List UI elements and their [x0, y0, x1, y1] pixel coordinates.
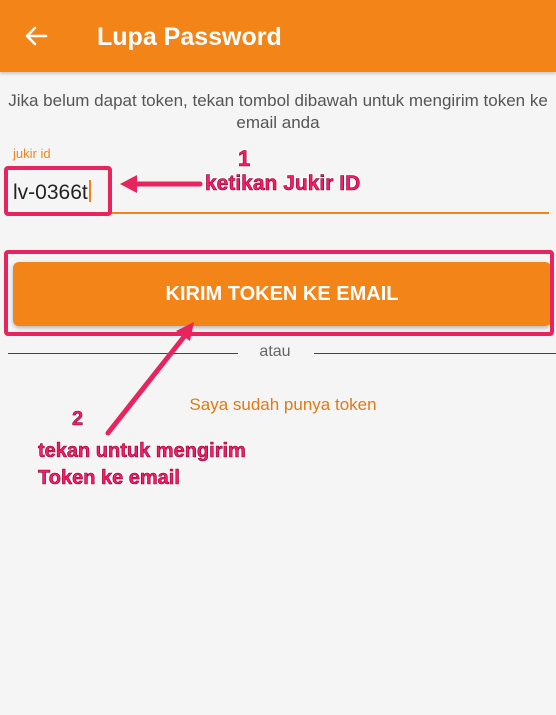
- arrow-2-line: [105, 330, 190, 436]
- annotation-step2-line1: tekan untuk mengirim: [38, 440, 246, 463]
- annotation-step1-text: ketikan Jukir ID: [205, 172, 361, 196]
- annotation-step2-line2: Token ke email: [38, 467, 181, 490]
- annotation-step1-number: 1: [238, 146, 251, 172]
- annotation-step2-number: 2: [72, 408, 84, 431]
- arrow-1-head: [120, 175, 137, 193]
- annotation-arrows: [105, 175, 203, 436]
